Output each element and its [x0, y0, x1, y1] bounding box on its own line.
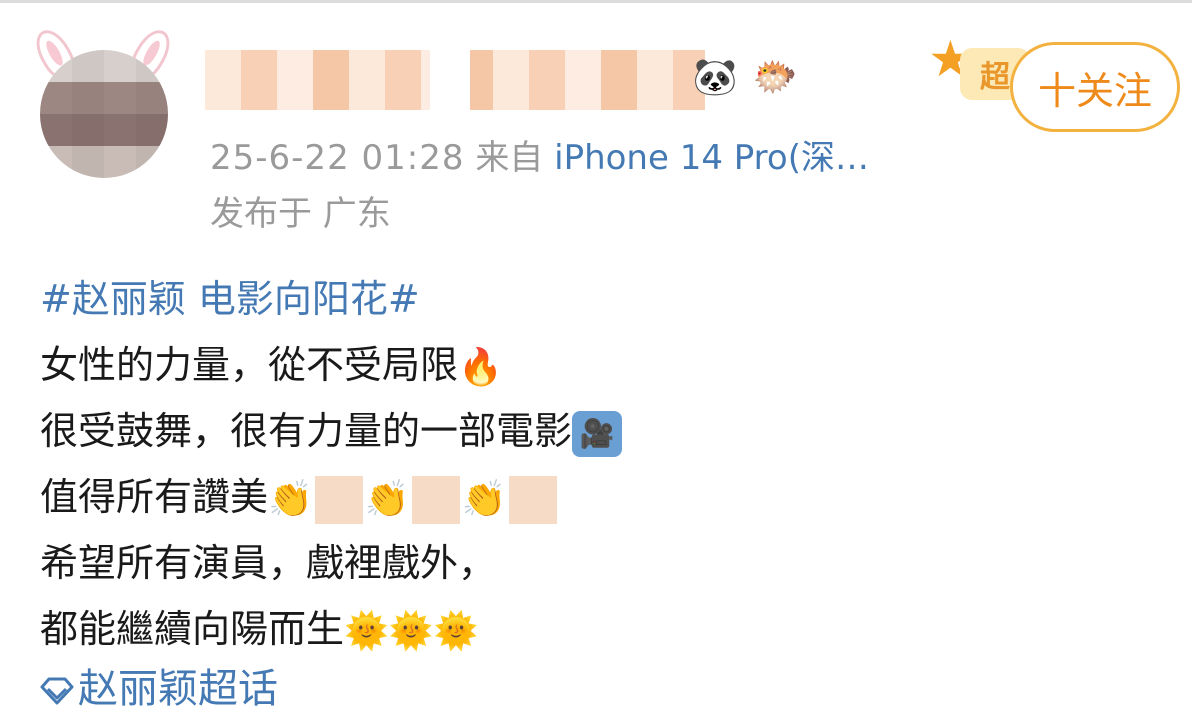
content-line-5: 都能繼續向陽而生: [40, 607, 345, 651]
panda-icon: 🐼: [692, 57, 738, 98]
content-line-3: 值得所有讚美: [40, 475, 269, 519]
top-divider: [0, 0, 1192, 3]
skin-tone-box: [314, 475, 363, 524]
clap-icon: 👏: [268, 478, 313, 520]
content-line-4: 希望所有演員，戲裡戲外，: [40, 541, 497, 585]
movie-camera-icon: 🎥: [572, 410, 623, 457]
fish-icon: 🐡: [752, 57, 798, 98]
username-text: [206, 51, 207, 52]
content-line-1: 女性的力量，從不受局限: [40, 343, 459, 387]
source-prefix: 来自: [475, 138, 544, 178]
weibo-post-card: 🐼 🐡 ★ 超 十关注 25-6-22 01:28 来自 iPhone 14 P…: [0, 0, 1192, 716]
clap-icon: 👏: [461, 478, 507, 520]
sun-icon: 🌞: [344, 610, 389, 652]
post-content: #赵丽颖 电影向阳花# 女性的力量，從不受局限🔥 很受鼓舞，很有力量的一部電影 🎥…: [40, 266, 1160, 662]
user-avatar[interactable]: [29, 23, 177, 178]
source-device-link[interactable]: iPhone 14 Pro(深…: [554, 138, 869, 178]
hashtag-link[interactable]: #赵丽颖 电影向阳花#: [40, 277, 420, 321]
sun-icon: 🌞: [388, 610, 434, 652]
avatar-image: [40, 50, 168, 178]
skin-tone-box: [508, 475, 557, 524]
post-location: 发布于 广东: [210, 194, 391, 234]
post-meta: 25-6-22 01:28 来自 iPhone 14 Pro(深…: [210, 130, 869, 179]
username-blur-gap: [430, 50, 470, 110]
super-topic-label: 赵丽颖超话: [78, 666, 278, 712]
sun-icon: 🌞: [433, 610, 479, 652]
content-line-2: 很受鼓舞，很有力量的一部電影: [40, 409, 573, 453]
diamond-icon: [40, 677, 74, 705]
follow-button[interactable]: 十关注: [1010, 42, 1180, 132]
skin-tone-box: [411, 475, 460, 524]
super-topic-link[interactable]: 赵丽颖超话: [40, 656, 278, 714]
fire-icon: 🔥: [458, 346, 503, 388]
post-time: 25-6-22 01:28: [210, 138, 465, 178]
clap-icon: 👏: [364, 478, 410, 520]
